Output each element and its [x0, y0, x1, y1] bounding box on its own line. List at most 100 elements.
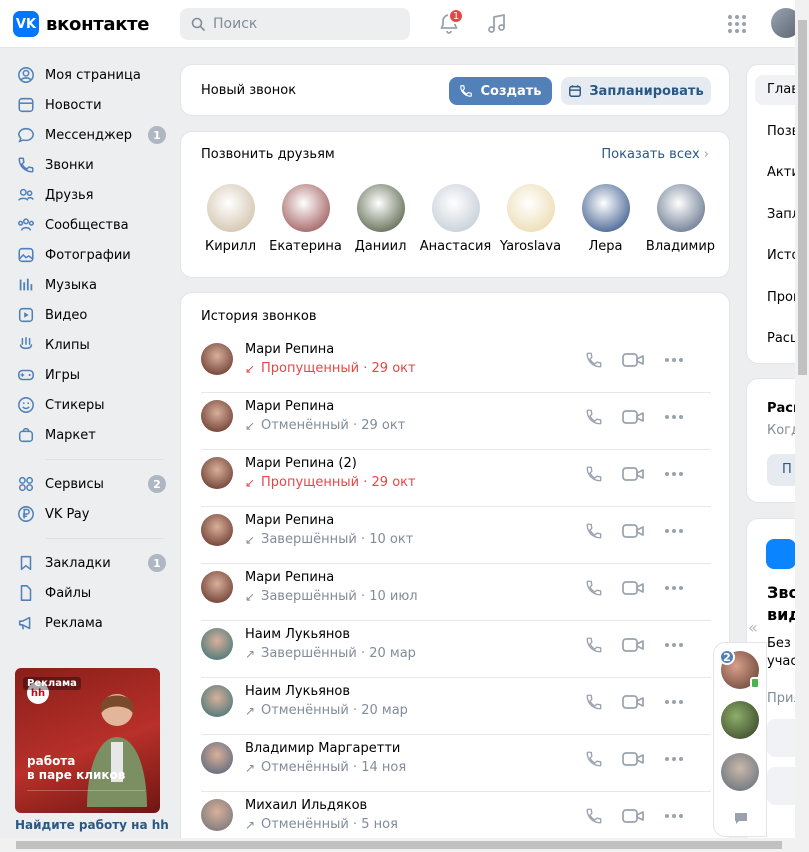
more-icon[interactable] [662, 519, 686, 543]
more-icon[interactable] [662, 348, 686, 372]
sidebar-item-label: Мессенджер [45, 127, 132, 143]
sidebar-item-bag[interactable]: Маркет [10, 420, 170, 450]
call-history-row[interactable]: Наим Лукьянов ↗ Отменённый · 20 мар [201, 678, 711, 735]
sidebar-item-label: Стикеры [45, 397, 105, 413]
call-direction-icon: ↙ [245, 589, 256, 604]
audio-call-icon[interactable] [582, 462, 606, 486]
sidebar-item-gamepad[interactable]: Игры [10, 360, 170, 390]
video-call-icon[interactable] [621, 690, 645, 714]
music-icon[interactable] [485, 12, 509, 36]
show-all-link[interactable]: Показать всех › [601, 147, 709, 162]
sidebar-item-label: Игры [45, 367, 81, 383]
audio-call-icon[interactable] [582, 348, 606, 372]
sidebar-item-services[interactable]: Сервисы 2 [10, 469, 170, 499]
friend-item[interactable]: Владимир [643, 184, 718, 254]
ad-caption-link[interactable]: Найдите работу на hh [15, 818, 169, 832]
sidebar-item-bookmark[interactable]: Закладки 1 [10, 548, 170, 578]
vertical-scrollbar-thumb[interactable] [798, 20, 807, 375]
sidebar-item-label: Маркет [45, 427, 96, 443]
call-history-row[interactable]: Мари Репина ↙ Отменённый · 29 окт [201, 393, 711, 450]
chat-bubble-icon[interactable] [733, 811, 749, 825]
sidebar-item-newspaper[interactable]: Новости [10, 90, 170, 120]
video-call-icon[interactable] [621, 576, 645, 600]
ad-banner[interactable]: hh Реклама работа в паре кликов [15, 668, 160, 813]
sidebar-item-file[interactable]: Файлы [10, 578, 170, 608]
video-call-icon[interactable] [621, 519, 645, 543]
vk-logo[interactable]: VK вконтакте [13, 11, 149, 37]
sidebar-item-smile[interactable]: Стикеры [10, 390, 170, 420]
friend-item[interactable]: Yaroslava [493, 184, 568, 254]
video-call-icon[interactable] [621, 462, 645, 486]
audio-call-icon[interactable] [582, 804, 606, 828]
call-history-row[interactable]: Мари Репина (2) ↙ Пропущенный · 29 окт [201, 450, 711, 507]
call-status-text: Завершённый · 20 мар [261, 646, 416, 661]
video-call-icon[interactable] [621, 747, 645, 771]
video-call-icon[interactable] [621, 804, 645, 828]
audio-call-icon[interactable] [582, 633, 606, 657]
video-call-icon[interactable] [621, 633, 645, 657]
message-icon [16, 125, 36, 145]
sidebar-item-friends[interactable]: Друзья [10, 180, 170, 210]
megaphone-icon [16, 613, 36, 633]
ad-label: Реклама [23, 677, 81, 690]
audio-call-icon[interactable] [582, 747, 606, 771]
sidebar-item-message[interactable]: Мессенджер 1 [10, 120, 170, 150]
chat-avatar-2[interactable] [721, 701, 759, 739]
caller-avatar [201, 742, 233, 774]
ruble-icon [16, 504, 36, 524]
call-history-row[interactable]: Мари Репина ↙ Пропущенный · 29 окт [201, 336, 711, 393]
video-call-icon[interactable] [621, 348, 645, 372]
sidebar-item-video[interactable]: Видео [10, 300, 170, 330]
call-history-row[interactable]: Мари Репина ↙ Завершённый · 10 июл [201, 564, 711, 621]
sidebar-item-music[interactable]: Музыка [10, 270, 170, 300]
create-call-button[interactable]: Создать [449, 77, 552, 105]
sidebar-item-label: VK Pay [45, 506, 90, 522]
more-icon[interactable] [662, 405, 686, 429]
sidebar-item-photo[interactable]: Фотографии [10, 240, 170, 270]
sidebar-item-label: Закладки [45, 555, 111, 571]
call-history-row[interactable]: Владимир Маргаретти ↗ Отменённый · 14 ноя [201, 735, 711, 792]
sidebar-item-communities[interactable]: Сообщества [10, 210, 170, 240]
audio-call-icon[interactable] [582, 690, 606, 714]
more-icon[interactable] [662, 633, 686, 657]
friend-name: Екатерина [269, 239, 342, 254]
more-icon[interactable] [662, 690, 686, 714]
call-history-row[interactable]: Мари Репина ↙ Завершённый · 10 окт [201, 507, 711, 564]
more-icon[interactable] [662, 576, 686, 600]
caller-avatar [201, 514, 233, 546]
apps-grid-icon[interactable] [727, 14, 747, 34]
friend-item[interactable]: Кирилл [193, 184, 268, 254]
friend-item[interactable]: Даниил [343, 184, 418, 254]
ad-headline: работа в паре кликов [27, 754, 125, 782]
call-status: ↗ Отменённый · 5 ноя [245, 817, 398, 832]
friend-item[interactable]: Анастасия [418, 184, 493, 254]
more-icon[interactable] [662, 462, 686, 486]
horizontal-scrollbar-thumb[interactable] [16, 841, 782, 849]
audio-call-icon[interactable] [582, 519, 606, 543]
video-call-icon[interactable] [621, 405, 645, 429]
call-history-title: История звонков [201, 309, 317, 324]
search-input[interactable]: Поиск [180, 8, 410, 40]
call-status: ↙ Пропущенный · 29 окт [245, 361, 416, 376]
sidebar-item-ruble[interactable]: VK Pay [10, 499, 170, 529]
audio-call-icon[interactable] [582, 405, 606, 429]
more-icon[interactable] [662, 804, 686, 828]
sidebar-item-clips[interactable]: Клипы [10, 330, 170, 360]
friend-item[interactable]: Екатерина [268, 184, 343, 254]
video-icon [16, 305, 36, 325]
sidebar-item-megaphone[interactable]: Реклама [10, 608, 170, 638]
sidebar-item-phone[interactable]: Звонки [10, 150, 170, 180]
audio-call-icon[interactable] [582, 576, 606, 600]
schedule-call-button[interactable]: Запланировать [561, 77, 711, 105]
app-promo-text-line1: Без [767, 636, 791, 651]
collapse-chats-icon[interactable]: « [748, 618, 758, 637]
sidebar-item-user-circle[interactable]: Моя страница [10, 60, 170, 90]
more-icon[interactable] [662, 747, 686, 771]
friend-item[interactable]: Лера [568, 184, 643, 254]
call-status-text: Завершённый · 10 июл [261, 589, 418, 604]
sidebar-item-label: Друзья [45, 187, 94, 203]
call-history-row[interactable]: Наим Лукьянов ↗ Завершённый · 20 мар [201, 621, 711, 678]
call-status-text: Отменённый · 5 ноя [261, 817, 398, 832]
chat-avatar-3[interactable] [721, 753, 759, 791]
caller-avatar [201, 628, 233, 660]
